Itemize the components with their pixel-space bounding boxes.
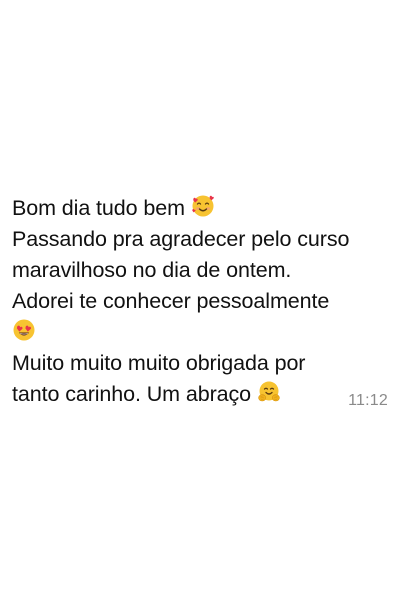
message-text: Bom dia tudo bem Passando pra agradecer …: [12, 193, 392, 410]
message-line: Bom dia tudo bem: [12, 193, 392, 224]
smiling-face-with-hearts-icon: [191, 194, 215, 218]
message-line: Passando pra agradecer pelo curso: [12, 227, 350, 251]
message-line: Adorei te conhecer pessoalmente: [12, 289, 330, 313]
message-line: [12, 317, 392, 348]
hugging-face-icon: [257, 380, 281, 404]
message-line: maravilhoso no dia de ontem.: [12, 258, 292, 282]
message-line: Muito muito muito obrigada por: [12, 351, 306, 375]
chat-screen: Bom dia tudo bem Passando pra agradecer …: [0, 0, 400, 600]
message-line: tanto carinho. Um abraço: [12, 379, 392, 410]
message-line-text: tanto carinho. Um abraço: [12, 382, 257, 406]
message-timestamp: 11:12: [348, 392, 388, 409]
message-line-text: Bom dia tudo bem: [12, 196, 191, 220]
heart-eyes-icon: [12, 318, 36, 342]
